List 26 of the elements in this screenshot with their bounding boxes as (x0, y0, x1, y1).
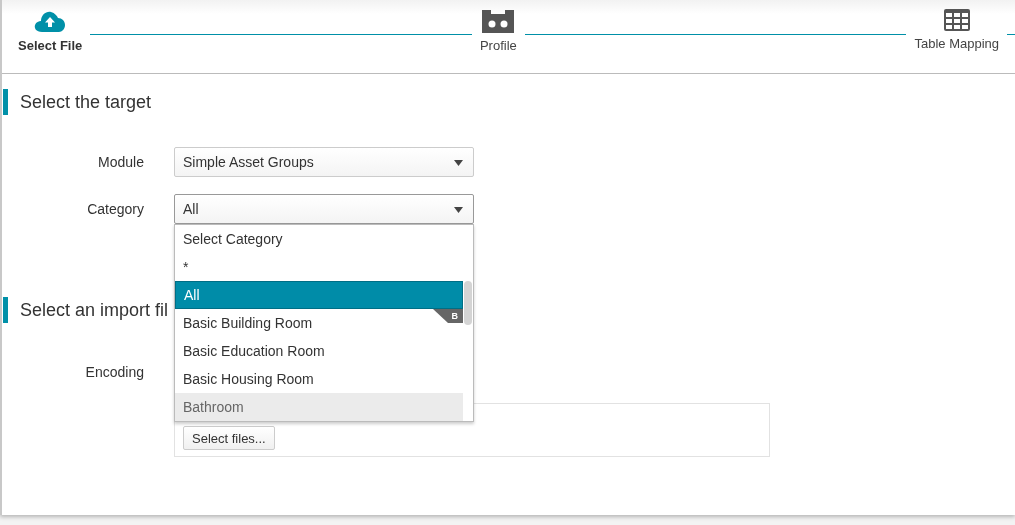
caret-icon (454, 160, 463, 166)
field-label: Module (97, 154, 144, 170)
profile-icon (482, 9, 515, 33)
scrollbar[interactable] (464, 281, 472, 325)
select-files-button[interactable]: Select files... (183, 426, 275, 450)
module-select[interactable]: Simple Asset Groups (174, 147, 474, 177)
step-label[interactable]: Select File (18, 38, 83, 53)
caret-icon (454, 207, 463, 213)
dropdown-option[interactable]: Basic Housing Room (175, 365, 463, 393)
dropdown-option[interactable]: Select Category (175, 225, 463, 253)
dropdown-option[interactable]: All (175, 281, 463, 309)
section-title: Select an import fil (20, 299, 169, 321)
dropdown-option[interactable]: Basic Education Room (175, 337, 463, 365)
accent-bar (3, 89, 8, 115)
step-label[interactable]: Table Mapping (914, 36, 999, 51)
field-label: Category (86, 201, 144, 217)
accent-bar (3, 297, 8, 323)
field-label: Encoding (84, 364, 144, 380)
dropdown-option[interactable]: * (175, 253, 463, 281)
step-label[interactable]: Profile (479, 38, 517, 53)
dropdown-option[interactable]: Bathroom (175, 393, 463, 421)
table-icon (943, 9, 970, 31)
cloud-upload-icon (34, 9, 67, 33)
dropdown-option[interactable]: Basic Building Room B (175, 309, 463, 337)
section-title: Select the target (20, 91, 152, 113)
letter-tag: B (433, 309, 463, 323)
